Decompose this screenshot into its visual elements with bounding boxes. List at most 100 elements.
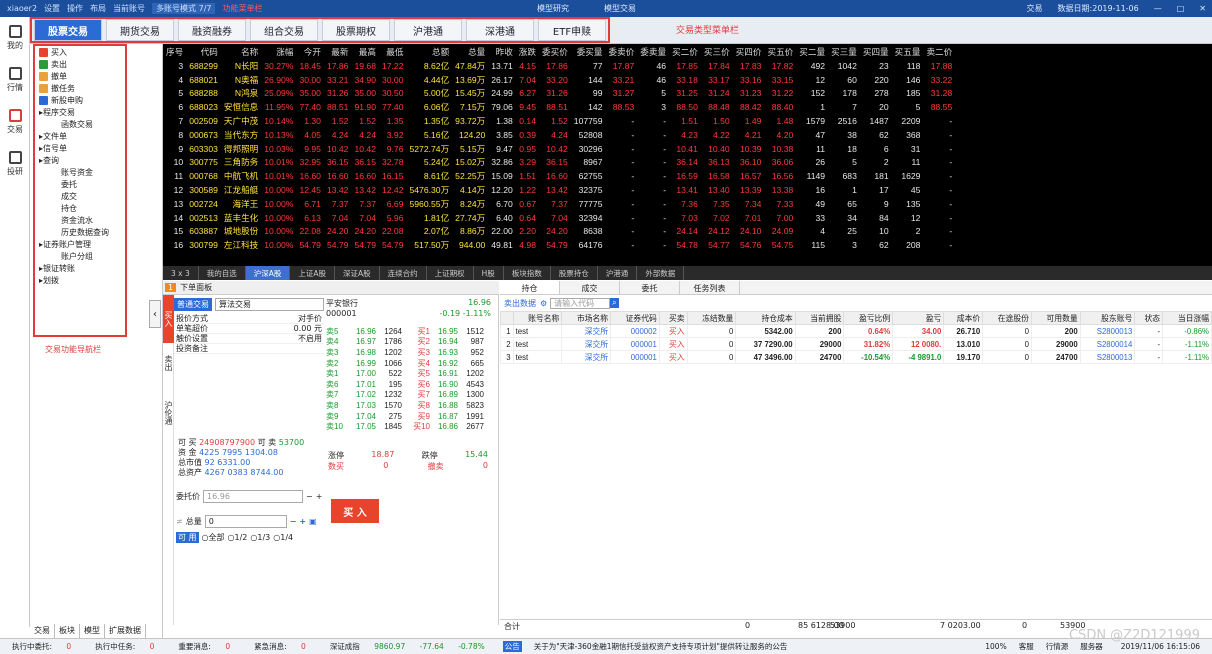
position-tab-2[interactable]: 委托 — [620, 281, 680, 294]
nav-item-13[interactable]: 持仓 — [35, 202, 125, 214]
nav-item-10[interactable]: 账号资金 — [35, 166, 125, 178]
sidebar-item-1[interactable]: 行情 — [0, 59, 30, 101]
nav-item-9[interactable]: ▸ 查询 — [35, 154, 125, 166]
nav-item-8[interactable]: ▸ 信号单 — [35, 142, 125, 154]
left-bottom-tab-1[interactable]: 板块 — [55, 624, 80, 638]
nav-item-17[interactable]: 账户分组 — [35, 250, 125, 262]
sell-price[interactable]: 17.03 — [348, 401, 376, 410]
maximize-icon[interactable]: □ — [1177, 4, 1185, 13]
board-tab-8[interactable]: 板块指数 — [504, 266, 551, 280]
tab-0[interactable]: 股票交易 — [34, 19, 102, 41]
quote-header[interactable]: 买五量 — [892, 44, 924, 59]
price-input[interactable]: 16.96 — [203, 490, 303, 503]
qty-input[interactable]: 0 — [204, 515, 287, 528]
nav-item-6[interactable]: 函数交易 — [35, 118, 125, 130]
settings-menu[interactable]: 设置 — [44, 3, 60, 14]
position-tab-1[interactable]: 成交 — [560, 281, 620, 294]
quote-row[interactable]: 14 002513 蓝丰生化 10.00% 6.13 7.04 7.04 5.96 1.81亿 2… — [163, 211, 955, 225]
quote-row[interactable]: 7 002509 天广中茂 10.14% 1.30 1.52 1.52 1.35 1.35亿 93… — [163, 114, 955, 128]
position-header[interactable]: 成本价 — [943, 311, 984, 325]
quote-header[interactable]: 涨幅 — [261, 44, 296, 59]
quote-header[interactable]: 买四价 — [733, 44, 765, 59]
buy-price[interactable]: 16.95 — [430, 327, 458, 336]
price-minus-button[interactable]: − — [306, 492, 313, 501]
side-tab-2[interactable]: 沪伦通 — [163, 383, 174, 443]
quote-header[interactable]: 总额 — [407, 44, 453, 59]
sidebar-item-0[interactable]: 我的 — [0, 17, 30, 59]
board-tab-0[interactable]: 3 x 3 — [163, 266, 199, 280]
ratio-option-2[interactable]: ○1/3 — [250, 533, 270, 542]
side-tab-1[interactable]: 卖出 — [163, 343, 174, 383]
quote-header[interactable]: 今开 — [296, 44, 324, 59]
code-search-input[interactable]: 请输入代码 — [550, 297, 611, 309]
position-header[interactable]: 盈亏比例 — [843, 311, 894, 325]
board-tab-9[interactable]: 股票持仓 — [551, 266, 598, 280]
gear-icon[interactable]: ⚙ — [540, 299, 547, 308]
position-header[interactable]: 持仓成本 — [735, 311, 796, 325]
quote-source[interactable]: 行情源 — [1046, 641, 1069, 652]
quote-header[interactable]: 委卖量 — [637, 44, 669, 59]
quote-header[interactable]: 委卖价 — [605, 44, 637, 59]
quote-header[interactable]: 买四量 — [860, 44, 892, 59]
sidebar-item-3[interactable]: 投研 — [0, 143, 30, 185]
board-tab-6[interactable]: 上证期权 — [427, 266, 474, 280]
quote-row[interactable]: 4 688021 N奥福 26.90% 30.00 33.21 34.90 30.00 4.44… — [163, 73, 955, 87]
quote-header[interactable]: 卖二价 — [923, 44, 955, 59]
nav-item-7[interactable]: ▸ 文件单 — [35, 130, 125, 142]
qty-plus-button[interactable]: + — [299, 517, 306, 526]
sell-price[interactable]: 17.01 — [348, 380, 376, 389]
quote-header[interactable]: 买五价 — [764, 44, 796, 59]
algo-trade-select[interactable]: 算法交易 — [215, 298, 324, 311]
buy-price[interactable]: 16.92 — [430, 359, 458, 368]
position-header[interactable]: 证券代码 — [610, 311, 660, 325]
position-header[interactable]: 买卖 — [658, 311, 688, 325]
sell-price[interactable]: 17.05 — [348, 422, 376, 431]
model-research-menu[interactable]: 模型研究 — [537, 3, 569, 14]
nav-item-16[interactable]: ▸ 证券账户管理 — [35, 238, 125, 250]
collapse-left-button[interactable]: ‹ — [149, 300, 161, 328]
quote-row[interactable]: 11 000768 中航飞机 10.01% 16.60 16.60 16.60 16.15 8.… — [163, 169, 955, 183]
form-value[interactable]: 不启用 — [298, 333, 322, 344]
sell-price[interactable]: 16.98 — [348, 348, 376, 357]
position-row[interactable]: 3 test 深交所 000001 买入 0 47 3496.00 24700 -10.54% -… — [500, 350, 1212, 364]
quote-row[interactable]: 5 688288 N鸿泉 25.09% 35.00 31.26 35.00 30.50 5.00… — [163, 87, 955, 101]
board-tab-10[interactable]: 沪港通 — [598, 266, 638, 280]
position-header[interactable]: 股东账号 — [1079, 311, 1136, 325]
position-header[interactable]: 状态 — [1134, 311, 1164, 325]
position-header[interactable]: 冻结数量 — [686, 311, 737, 325]
tab-6[interactable]: 深港通 — [466, 19, 534, 41]
quote-row[interactable]: 16 300799 左江科技 10.00% 54.79 54.79 54.79 54.79 51… — [163, 238, 955, 252]
position-header[interactable] — [500, 311, 514, 325]
nav-item-19[interactable]: ▸ 划拨 — [35, 274, 125, 286]
sell-price[interactable]: 16.97 — [348, 337, 376, 346]
quote-row[interactable]: 8 000673 当代东方 10.13% 4.05 4.24 4.24 3.92 5.16亿 12… — [163, 128, 955, 142]
position-header[interactable]: 当日涨幅 — [1162, 311, 1212, 325]
quote-row[interactable]: 9 603303 得邦照明 10.03% 9.95 10.42 10.42 9.76 5272.… — [163, 142, 955, 156]
nav-item-1[interactable]: 卖出 — [35, 58, 125, 70]
board-tab-1[interactable]: 我的自选 — [199, 266, 246, 280]
nav-item-0[interactable]: 买入 — [35, 46, 125, 58]
position-header[interactable]: 当前拥股 — [794, 311, 845, 325]
minimize-icon[interactable]: — — [1154, 4, 1162, 13]
position-header[interactable]: 市场名称 — [561, 311, 612, 325]
sell-price[interactable]: 17.00 — [348, 369, 376, 378]
notice-text[interactable]: 关于为"天津-360金融1期信托受益权资产支持专项计划"提供转让服务的公告 — [534, 641, 974, 652]
quote-header[interactable]: 买三价 — [701, 44, 733, 59]
ratio-option-0[interactable]: ○全部 — [202, 532, 225, 543]
nav-item-12[interactable]: 成交 — [35, 190, 125, 202]
service-link[interactable]: 客服 — [1019, 641, 1034, 652]
export-button[interactable]: 卖出数据 — [504, 298, 536, 309]
tab-3[interactable]: 组合交易 — [250, 19, 318, 41]
left-bottom-tab-3[interactable]: 扩展数据 — [105, 624, 146, 638]
sell-price[interactable]: 16.96 — [348, 327, 376, 336]
quote-header[interactable]: 买三量 — [828, 44, 860, 59]
quote-row[interactable]: 13 002724 海洋王 10.00% 6.71 7.37 7.37 6.69 5960.55… — [163, 197, 955, 211]
board-tab-5[interactable]: 连续合约 — [380, 266, 427, 280]
nav-item-5[interactable]: ▸ 程序交易 — [35, 106, 125, 118]
sell-price[interactable]: 16.99 — [348, 359, 376, 368]
quote-header[interactable]: 买二量 — [796, 44, 828, 59]
sell-price[interactable]: 17.04 — [348, 412, 376, 421]
quote-header[interactable]: 买二价 — [669, 44, 701, 59]
position-header[interactable]: 盈亏 — [892, 311, 945, 325]
position-tab-3[interactable]: 任务列表 — [680, 281, 740, 294]
